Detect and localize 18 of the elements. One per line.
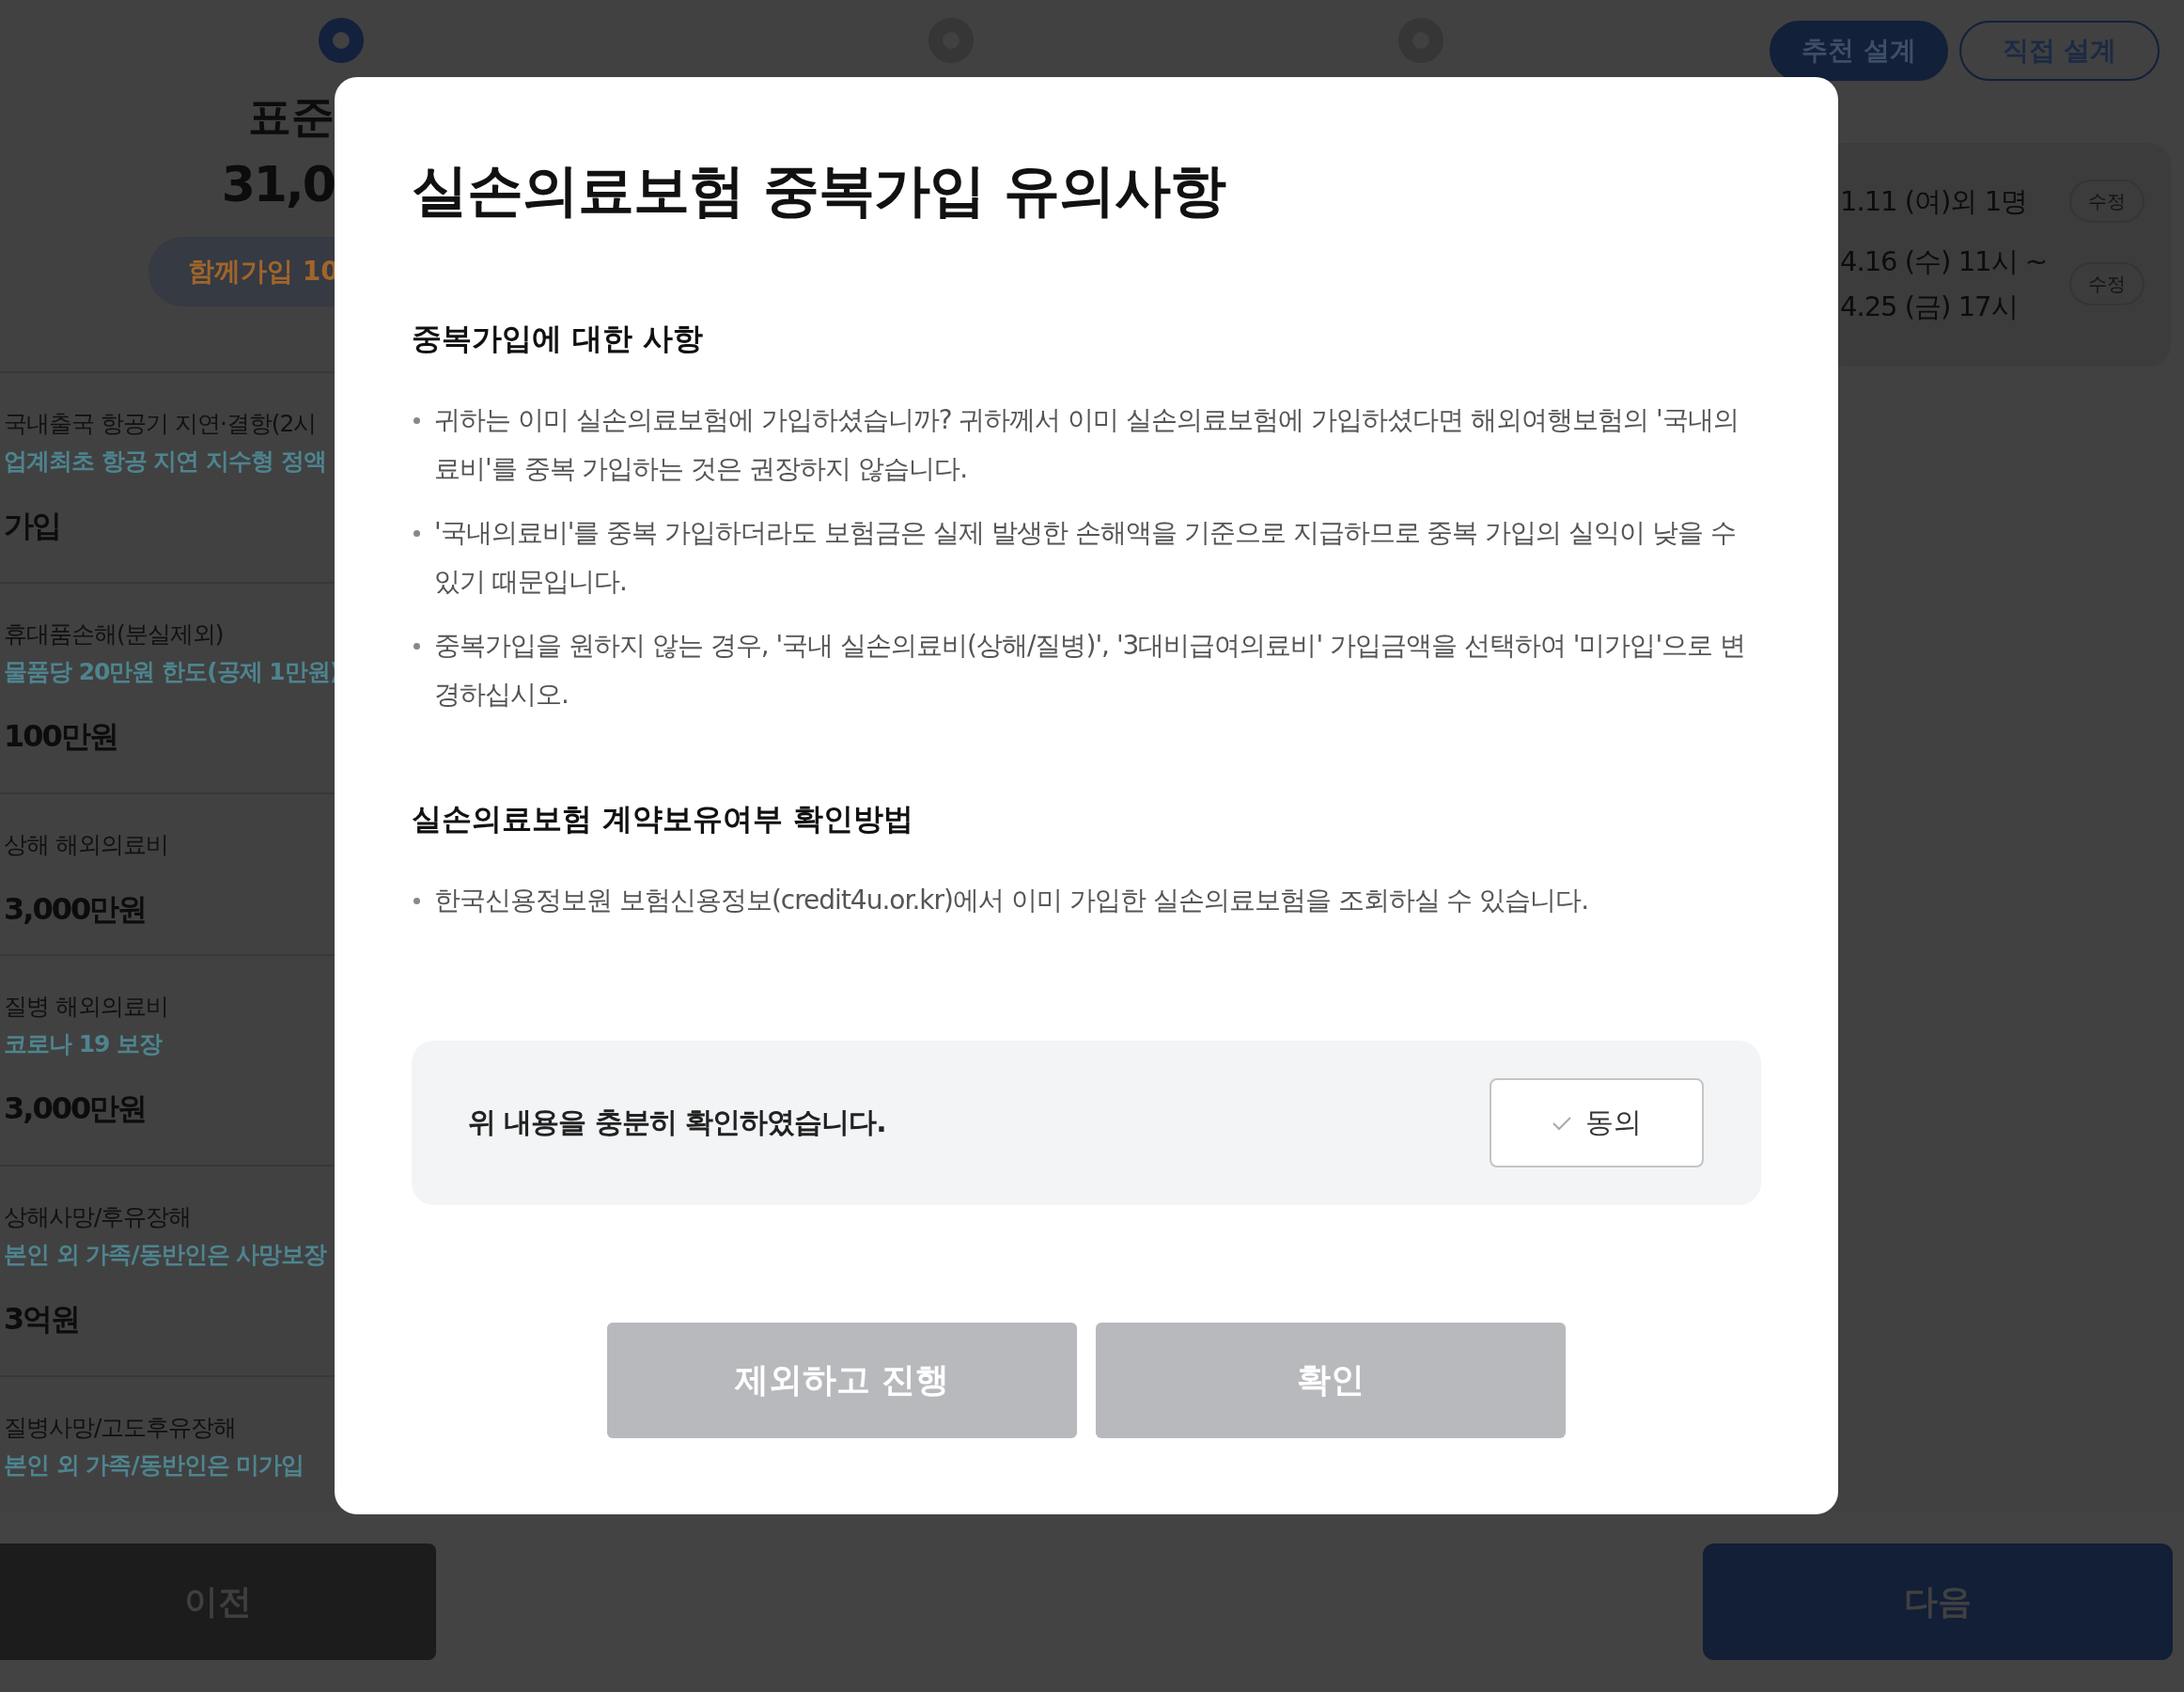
bullet-icon [413,898,420,904]
check-icon [1552,1115,1572,1131]
agree-button[interactable]: 동의 [1490,1078,1704,1167]
coverage-note: 본인 외 가족/동반인은 사망보장 [4,1240,328,1270]
bullet-icon [413,417,420,424]
section-heading: 실손의료보험 계약보유여부 확인방법 [412,800,915,838]
coverage-note: 본인 외 가족/동반인은 미가입 [4,1450,305,1480]
dialog-title: 실손의료보험 중복가입 유의사항 [412,156,1227,225]
notice-text: 중복가입을 원하지 않는 경우, '국내 실손의료비(상해/질병)', '3대비급여의료비' 가입금액을 선택하여 '미가입'으로 변경하십시오. [434,629,1747,712]
notice-text: 귀하는 이미 실손의료보험에 가입하셨습니까? 귀하께서 이미 실손의료보험에 가입하셨다면 해외여행보험의 '국내의료비'를 중복 가입하는 것은 권장하지 않습니다. [434,403,1739,486]
bullet-icon [413,530,420,537]
bullet-icon [413,643,420,650]
section-heading: 중복가입에 대한 사항 [412,320,705,358]
coverage-note: 업계최초 항공 지연 지수형 정액 [4,446,327,477]
notice-text: 한국신용정보원 보험신용정보(credit4u.or.kr)에서 이미 가입한 실손의료보험을 조회하실 수 있습니다. [434,884,1589,917]
notice-text: '국내의료비'를 중복 가입하더라도 보험금은 실제 발생한 손해액을 기준으로 지급하므로 중복 가입의 실익이 낮을 수 있기 때문입니다. [434,516,1738,599]
confirm-text: 위 내용을 충분히 확인하였습니다. [468,1104,886,1140]
coverage-note: 코로나 19 보장 [4,1029,164,1059]
